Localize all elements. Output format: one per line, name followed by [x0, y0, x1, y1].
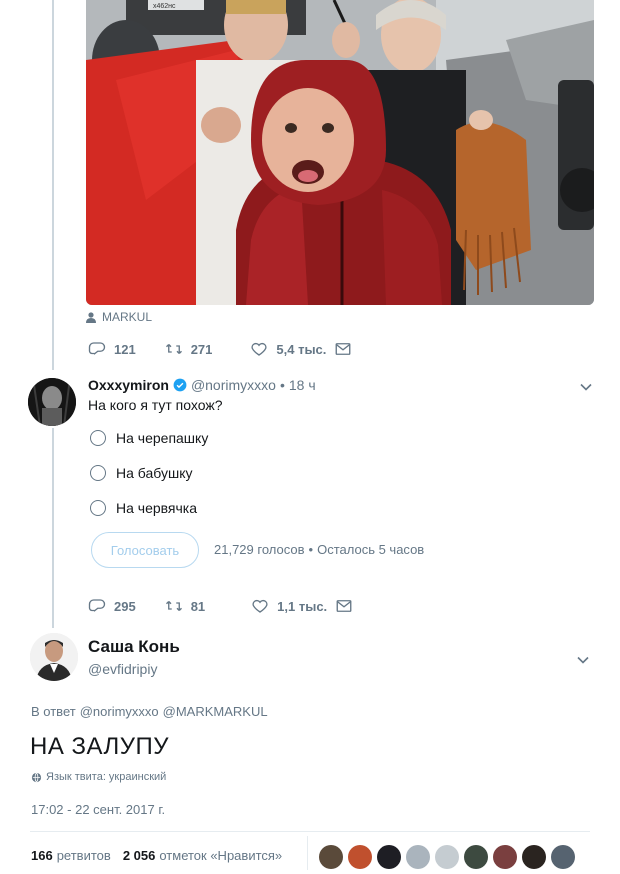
poll-option-label: На черепашку — [116, 430, 209, 446]
poll-option-label: На червячка — [116, 500, 198, 516]
liker-avatar[interactable] — [406, 845, 430, 869]
thread-line — [52, 428, 54, 628]
tweet-text: НА ЗАЛУПУ — [30, 733, 170, 760]
user-name[interactable]: Oxxxymiron — [88, 377, 169, 393]
user-handle[interactable]: @norimyxxxo — [191, 377, 276, 393]
vote-button[interactable]: Голосовать — [91, 532, 199, 568]
liker-avatar[interactable] — [551, 845, 575, 869]
liker-avatar[interactable] — [348, 845, 372, 869]
like-button[interactable]: 1,1 тыс. — [251, 597, 327, 615]
likes-label[interactable]: отметок «Нравится» — [159, 848, 282, 863]
reply-icon — [88, 342, 106, 355]
reply-mention[interactable]: @MARKMARKUL — [163, 704, 268, 719]
globe-icon — [31, 772, 42, 782]
chevron-down-icon[interactable] — [576, 653, 590, 667]
poll-meta: 21,729 голосов • Осталось 5 часов — [214, 542, 424, 557]
radio-button[interactable] — [90, 465, 106, 481]
avatar[interactable] — [30, 633, 78, 681]
thread-line — [52, 0, 54, 370]
dm-button[interactable] — [335, 597, 353, 615]
avatar[interactable] — [28, 378, 76, 426]
tweet-stats: 166 ретвитов 2 056 отметок «Нравится» — [31, 848, 282, 863]
tagged-user[interactable]: MARKUL — [86, 310, 152, 324]
tweet-language: Язык твита: украинский — [31, 771, 166, 783]
tweet-language-label: Язык твита: украинский — [46, 771, 167, 783]
tweet2-header: Oxxxymiron @norimyxxxo • 18 ч — [88, 377, 316, 393]
reply-mention[interactable]: @norimyxxxo — [80, 704, 159, 719]
like-count: 5,4 тыс. — [276, 341, 327, 357]
likers-avatars — [314, 845, 575, 869]
reply-context: В ответ @norimyxxxo @MARKMARKUL — [31, 704, 268, 719]
user-name[interactable]: Саша Конь — [88, 637, 180, 657]
retweets-label[interactable]: ретвитов — [57, 848, 111, 863]
poll-option[interactable]: На бабушку — [90, 465, 193, 481]
reply-prefix: В ответ — [31, 704, 76, 719]
retweet-button[interactable]: 81 — [165, 597, 205, 615]
like-count: 1,1 тыс. — [277, 598, 328, 614]
liker-avatar[interactable] — [493, 845, 517, 869]
chevron-down-icon[interactable] — [579, 380, 593, 394]
reply-count: 295 — [114, 598, 136, 614]
tweet-text: На кого я тут похож? — [88, 397, 223, 413]
likes-count[interactable]: 2 056 — [123, 848, 156, 863]
poll-option[interactable]: На червячка — [90, 500, 197, 516]
reply-button[interactable]: 295 — [88, 597, 136, 615]
retweet-count: 271 — [190, 341, 213, 357]
retweets-count[interactable]: 166 — [31, 848, 53, 863]
envelope-icon — [336, 600, 352, 612]
poll-remaining: Осталось 5 часов — [317, 542, 425, 557]
heart-icon — [251, 342, 267, 356]
verified-icon — [173, 378, 187, 392]
retweet-icon — [165, 344, 182, 354]
poll-votes: 21,729 голосов — [214, 542, 305, 557]
radio-button[interactable] — [90, 430, 106, 446]
liker-avatar[interactable] — [435, 845, 459, 869]
tweet-time[interactable]: 18 ч — [289, 377, 316, 393]
tweet2-actions: 295 81 1,1 тыс. — [88, 597, 353, 615]
heart-icon — [252, 599, 268, 613]
liker-avatar[interactable] — [319, 845, 343, 869]
liker-avatar[interactable] — [377, 845, 401, 869]
divider — [307, 836, 308, 870]
user-handle[interactable]: @evfidripiy — [88, 661, 157, 677]
liker-avatar[interactable] — [522, 845, 546, 869]
dot-separator: • — [308, 542, 314, 557]
dm-button[interactable] — [334, 340, 352, 358]
reply-count: 121 — [114, 341, 136, 357]
retweet-count: 81 — [190, 598, 206, 614]
retweet-icon — [165, 601, 182, 611]
poll-option-label: На бабушку — [116, 465, 193, 481]
liker-avatar[interactable] — [464, 845, 488, 869]
poll-option[interactable]: На черепашку — [90, 430, 208, 446]
like-button[interactable]: 5,4 тыс. — [250, 340, 326, 358]
person-icon — [86, 311, 96, 323]
tweet1-actions: 121 271 5,4 тыс. — [88, 340, 352, 358]
tweet-timestamp[interactable]: 17:02 - 22 сент. 2017 г. — [31, 802, 165, 817]
radio-button[interactable] — [90, 500, 106, 516]
envelope-icon — [335, 343, 351, 355]
car-plate: х462нс — [153, 3, 176, 10]
retweet-button[interactable]: 271 — [165, 340, 213, 358]
reply-icon — [88, 599, 106, 612]
dot-separator: • — [279, 377, 285, 393]
divider — [30, 831, 590, 832]
tweet-photo[interactable]: х462нс — [86, 0, 594, 305]
reply-button[interactable]: 121 — [88, 340, 136, 358]
tagged-user-label: MARKUL — [102, 310, 153, 324]
